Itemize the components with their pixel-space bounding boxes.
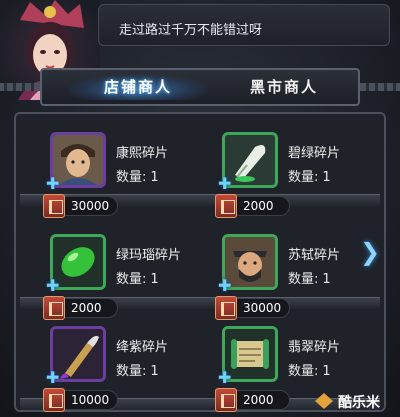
quantity-value: 1 — [322, 272, 331, 287]
item-name: 苏轼碎片 — [288, 248, 341, 263]
price-tag: 30000 — [215, 296, 290, 320]
item-quantity: 数量: 1 — [116, 360, 159, 379]
quantity-value: 1 — [322, 364, 331, 379]
item-name: 绛紫碎片 — [116, 340, 169, 355]
quantity-label: 数量: — [116, 364, 147, 379]
tab-shop-merchant[interactable]: 店铺商人 — [68, 74, 208, 100]
price-tag: 10000 — [43, 388, 118, 412]
shop-item[interactable]: ✚ 康熙碎片 数量: 1 30000 — [43, 132, 210, 222]
shop-item[interactable]: ✚ 绛紫碎片 数量: 1 10000 — [43, 326, 210, 416]
quantity-label: 数量: — [116, 170, 147, 185]
shop-item[interactable]: ✚ 绿玛瑙碎片 数量: 1 2000 — [43, 234, 210, 324]
watermark-logo-icon — [315, 393, 333, 409]
item-quantity: 数量: 1 — [288, 268, 331, 287]
price-value: 2000 — [71, 301, 102, 315]
quantity-value: 1 — [322, 170, 331, 185]
item-name: 碧绿碎片 — [288, 146, 341, 161]
currency-book-icon — [43, 194, 65, 218]
quantity-label: 数量: — [288, 364, 319, 379]
tab-black-market[interactable]: 黑市商人 — [214, 74, 354, 100]
fragment-badge-icon: ✚ — [46, 174, 60, 193]
fragment-badge-icon: ✚ — [46, 368, 60, 387]
quantity-label: 数量: — [288, 170, 319, 185]
price-tag: 30000 — [43, 194, 118, 218]
price-value: 30000 — [71, 199, 110, 213]
price-value: 10000 — [71, 393, 110, 407]
shop-screen: 走过路过千万不能错过呀 店铺商人 黑市商人 ✚ 康熙碎片 数量: 1 30000… — [0, 0, 400, 417]
quantity-value: 1 — [150, 170, 159, 185]
currency-book-icon — [43, 388, 65, 412]
price-tag: 2000 — [43, 296, 118, 320]
shop-item[interactable]: ✚ 苏轼碎片 数量: 1 30000 — [215, 234, 382, 324]
fragment-badge-icon: ✚ — [218, 174, 232, 193]
price-value: 30000 — [243, 301, 282, 315]
quantity-label: 数量: — [288, 272, 319, 287]
item-quantity: 数量: 1 — [116, 166, 159, 185]
merchant-tabs: 店铺商人 黑市商人 — [0, 68, 400, 106]
speech-text: 走过路过千万不能错过呀 — [119, 23, 263, 38]
item-quantity: 数量: 1 — [116, 268, 159, 287]
item-name: 康熙碎片 — [116, 146, 169, 161]
item-grid: ✚ 康熙碎片 数量: 1 30000 ✚ 碧绿碎片 数量: 1 2000 ✚ 绿… — [14, 112, 386, 412]
fragment-badge-icon: ✚ — [218, 276, 232, 295]
item-name: 绿玛瑙碎片 — [116, 248, 182, 263]
next-page-arrow-icon[interactable]: ❯ — [360, 238, 380, 266]
shop-item[interactable]: ✚ 碧绿碎片 数量: 1 2000 — [215, 132, 382, 222]
currency-book-icon — [215, 296, 237, 320]
item-quantity: 数量: 1 — [288, 360, 331, 379]
quantity-value: 1 — [150, 364, 159, 379]
currency-book-icon — [215, 388, 237, 412]
price-tag: 2000 — [215, 388, 290, 412]
item-name: 翡翠碎片 — [288, 340, 341, 355]
currency-book-icon — [43, 296, 65, 320]
quantity-label: 数量: — [116, 272, 147, 287]
item-quantity: 数量: 1 — [288, 166, 331, 185]
fragment-badge-icon: ✚ — [218, 368, 232, 387]
price-value: 2000 — [243, 393, 274, 407]
npc-speech-bubble: 走过路过千万不能错过呀 — [98, 4, 390, 46]
currency-book-icon — [215, 194, 237, 218]
quantity-value: 1 — [150, 272, 159, 287]
price-tag: 2000 — [215, 194, 290, 218]
watermark: 酷乐米 — [338, 395, 380, 411]
fragment-badge-icon: ✚ — [46, 276, 60, 295]
price-value: 2000 — [243, 199, 274, 213]
